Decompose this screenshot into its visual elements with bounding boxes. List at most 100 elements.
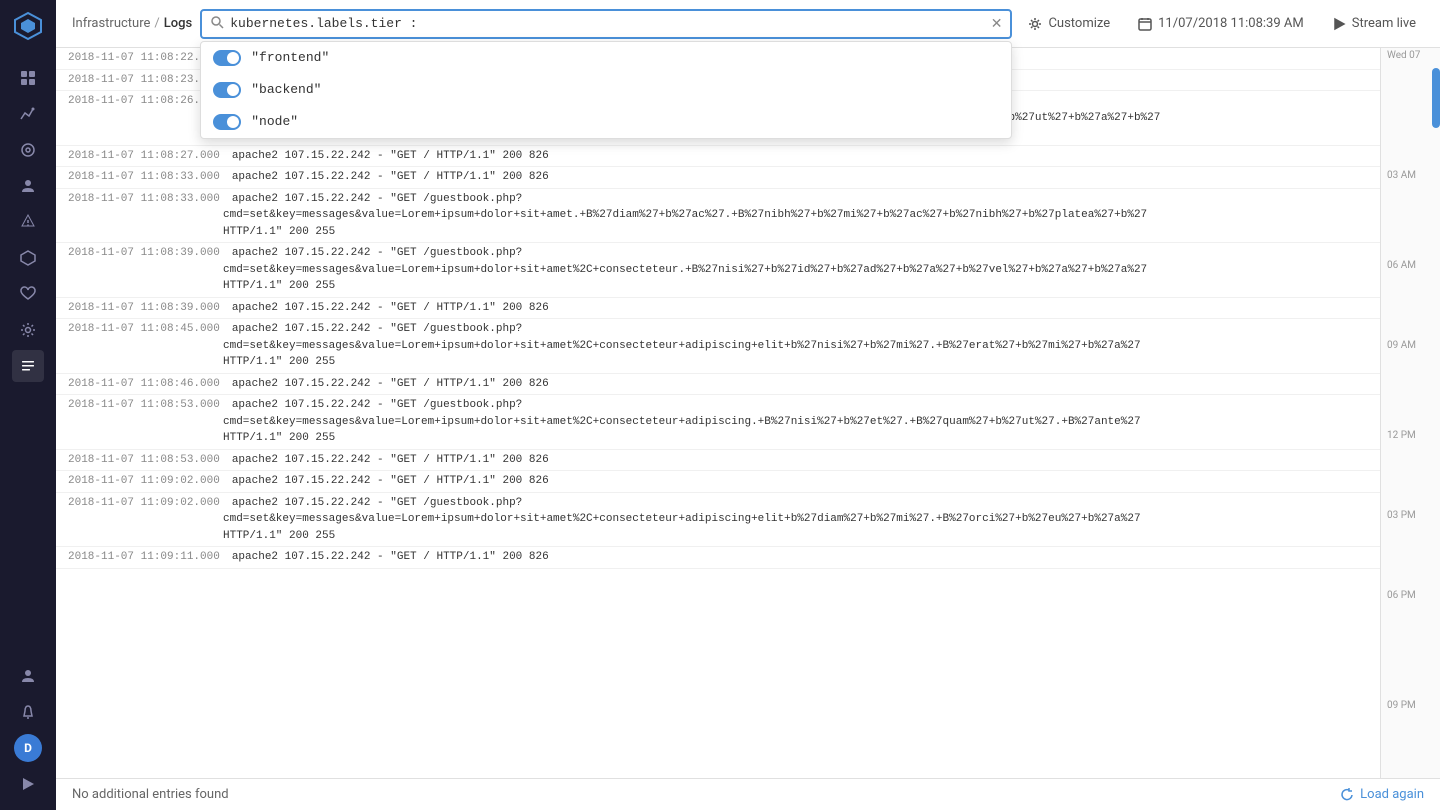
log-timestamp: 2018-11-07 11:08:27.000 (68, 148, 220, 165)
autocomplete-label-frontend: "frontend" (251, 50, 329, 65)
settings-icon[interactable] (12, 314, 44, 346)
log-timestamp: 2018-11-07 11:08:33.000 (68, 169, 220, 186)
user-profile-icon[interactable] (12, 660, 44, 692)
log-entry: 2018-11-07 11:08:46.000 apache2 107.15.2… (56, 374, 1380, 396)
log-timestamp: 2018-11-07 11:08:46.000 (68, 376, 220, 393)
sidebar: D (0, 0, 56, 810)
breadcrumb-separator: / (154, 16, 159, 31)
log-message: apache2 107.15.22.242 - "GET / HTTP/1.1"… (232, 452, 1368, 469)
log-timestamp: 2018-11-07 11:08:45.000 (68, 321, 220, 338)
search-area: ✕ "frontend" "backend" "node" (200, 9, 1012, 39)
log-entry: 2018-11-07 11:09:02.000 apache2 107.15.2… (56, 471, 1380, 493)
log-message: apache2 107.15.22.242 - "GET /guestbook.… (232, 397, 1368, 414)
customize-label: Customize (1048, 16, 1110, 31)
autocomplete-toggle-frontend[interactable] (213, 50, 241, 66)
log-continuation: cmd=set&key=messages&value=Lorem+ipsum+d… (68, 262, 1368, 279)
log-message: apache2 107.15.22.242 - "GET / HTTP/1.1"… (232, 549, 1368, 566)
load-again-button[interactable]: Load again (1340, 787, 1424, 802)
log-message: apache2 107.15.22.242 - "GET / HTTP/1.1"… (232, 300, 1368, 317)
main-content: Infrastructure / Logs ✕ "frontend" (56, 0, 1440, 810)
search-box: ✕ (200, 9, 1012, 39)
stream-live-button[interactable]: Stream live (1324, 12, 1424, 35)
log-continuation2: HTTP/1.1" 200 255 (68, 278, 1368, 295)
timeline-label: 06 PM (1381, 588, 1422, 603)
log-message: apache2 107.15.22.242 - "GET / HTTP/1.1"… (232, 473, 1368, 490)
autocomplete-label-node: "node" (251, 114, 298, 129)
log-entry: 2018-11-07 11:09:11.000 apache2 107.15.2… (56, 547, 1380, 569)
discover-icon[interactable] (12, 134, 44, 166)
timeline-label: 03 AM (1381, 168, 1422, 183)
timeline: Wed 07 03 AM 06 AM 09 AM 12 PM 03 PM 06 PM 09 P… (1380, 48, 1440, 778)
dashboard-icon[interactable] (12, 62, 44, 94)
alerts-icon[interactable] (12, 206, 44, 238)
footer: No additional entries found Load again (56, 778, 1440, 810)
log-continuation2: HTTP/1.1" 200 255 (68, 528, 1368, 545)
log-message: apache2 107.15.22.242 - "GET /guestbook.… (232, 191, 1368, 208)
log-entry: 2018-11-07 11:08:53.000 apache2 107.15.2… (56, 450, 1380, 472)
log-timestamp: 2018-11-07 11:08:33.000 (68, 191, 220, 208)
log-timestamp: 2018-11-07 11:09:02.000 (68, 495, 220, 512)
autocomplete-toggle-node[interactable] (213, 114, 241, 130)
log-timestamp: 2018-11-07 11:09:02.000 (68, 473, 220, 490)
log-timestamp: 2018-11-07 11:08:22.000 (68, 50, 220, 67)
log-timestamp: 2018-11-07 11:08:39.000 (68, 300, 220, 317)
footer-status: No additional entries found (72, 787, 1324, 802)
log-area: 2018-11-07 11:08:22.000 apache2 107.15.2… (56, 48, 1440, 778)
log-timestamp: 2018-11-07 11:08:26.000 (68, 93, 220, 110)
users-icon[interactable] (12, 170, 44, 202)
timeline-label: 12 PM (1381, 428, 1422, 443)
search-input[interactable] (230, 16, 984, 31)
timeline-label: Wed 07 (1381, 48, 1426, 63)
log-message: apache2 107.15.22.242 - "GET / HTTP/1.1"… (232, 169, 1368, 186)
autocomplete-item-backend[interactable]: "backend" (201, 74, 1011, 106)
timeline-label: 09 PM (1381, 698, 1422, 713)
plugins-icon[interactable] (12, 242, 44, 274)
health-icon[interactable] (12, 278, 44, 310)
autocomplete-toggle-backend[interactable] (213, 82, 241, 98)
avatar[interactable]: D (14, 734, 42, 762)
log-message: apache2 107.15.22.242 - "GET / HTTP/1.1"… (232, 376, 1368, 393)
breadcrumb: Infrastructure / Logs (72, 16, 192, 31)
search-icon (210, 15, 224, 33)
log-continuation: cmd=set&key=messages&value=Lorem+ipsum+d… (68, 338, 1368, 355)
stream-live-label: Stream live (1352, 16, 1416, 31)
timeline-label: 03 PM (1381, 508, 1422, 523)
log-entry: 2018-11-07 11:08:39.000 apache2 107.15.2… (56, 243, 1380, 298)
app-logo[interactable] (10, 8, 46, 44)
log-message: apache2 107.15.22.242 - "GET /guestbook.… (232, 495, 1368, 512)
log-timestamp: 2018-11-07 11:08:23.000 (68, 72, 220, 89)
autocomplete-item-node[interactable]: "node" (201, 106, 1011, 138)
log-continuation: cmd=set&key=messages&value=Lorem+ipsum+d… (68, 207, 1368, 224)
log-entry: 2018-11-07 11:08:45.000 apache2 107.15.2… (56, 319, 1380, 374)
timeline-scroll-handle[interactable] (1432, 68, 1440, 128)
autocomplete-item-frontend[interactable]: "frontend" (201, 42, 1011, 74)
topbar: Infrastructure / Logs ✕ "frontend" (56, 0, 1440, 48)
timeline-label: 09 AM (1381, 338, 1422, 353)
chart-icon[interactable] (12, 98, 44, 130)
log-continuation: cmd=set&key=messages&value=Lorem+ipsum+d… (68, 414, 1368, 431)
timeline-label: 06 AM (1381, 258, 1422, 273)
log-continuation: cmd=set&key=messages&value=Lorem+ipsum+d… (68, 511, 1368, 528)
log-message: apache2 107.15.22.242 - "GET /guestbook.… (232, 245, 1368, 262)
load-again-label: Load again (1360, 787, 1424, 802)
log-entry: 2018-11-07 11:09:02.000 apache2 107.15.2… (56, 493, 1380, 548)
log-timestamp: 2018-11-07 11:08:39.000 (68, 245, 220, 262)
log-entry: 2018-11-07 11:08:33.000 apache2 107.15.2… (56, 189, 1380, 244)
toolbar-right: Customize 11/07/2018 11:08:39 AM Stream … (1020, 12, 1424, 35)
search-clear-icon[interactable]: ✕ (991, 16, 1003, 32)
breadcrumb-current: Logs (164, 16, 192, 31)
log-continuation2: HTTP/1.1" 200 255 (68, 354, 1368, 371)
log-entry: 2018-11-07 11:08:27.000 apache2 107.15.2… (56, 146, 1380, 168)
log-timestamp: 2018-11-07 11:08:53.000 (68, 452, 220, 469)
datetime-button[interactable]: 11/07/2018 11:08:39 AM (1130, 12, 1312, 35)
customize-button[interactable]: Customize (1020, 12, 1118, 35)
log-continuation2: HTTP/1.1" 200 255 (68, 224, 1368, 241)
stream-icon[interactable] (12, 768, 44, 800)
log-message: apache2 107.15.22.242 - "GET /guestbook.… (232, 321, 1368, 338)
log-message: apache2 107.15.22.242 - "GET / HTTP/1.1"… (232, 148, 1368, 165)
notifications-icon[interactable] (12, 696, 44, 728)
logs-icon[interactable] (12, 350, 44, 382)
breadcrumb-parent[interactable]: Infrastructure (72, 16, 150, 31)
log-entry: 2018-11-07 11:08:33.000 apache2 107.15.2… (56, 167, 1380, 189)
log-content[interactable]: 2018-11-07 11:08:22.000 apache2 107.15.2… (56, 48, 1380, 778)
